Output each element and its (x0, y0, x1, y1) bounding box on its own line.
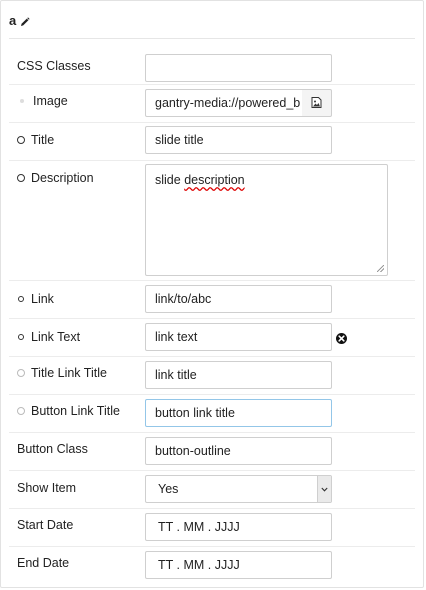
show-item-label: Show Item (17, 481, 76, 495)
status-circle-small-icon (18, 296, 24, 302)
description-text-misspelled: description (184, 173, 245, 187)
title-input[interactable]: slide title (145, 126, 332, 154)
title-link-title-label: Title Link Title (17, 366, 107, 380)
row-start-date: Start Date TT . MM . JJJJ (9, 509, 415, 547)
button-link-title-label: Button Link Title (17, 404, 120, 418)
row-link: Link link/to/abc (9, 281, 415, 319)
show-item-select[interactable]: Yes (145, 475, 332, 503)
link-input[interactable]: link/to/abc (145, 285, 332, 313)
image-label: Image (17, 94, 68, 108)
resize-handle-icon[interactable] (377, 265, 384, 272)
row-description: Description slide description (9, 161, 415, 281)
title-label-text: Title (31, 133, 55, 147)
link-text-label-text: Link Text (31, 330, 81, 344)
image-picker-icon (311, 96, 322, 111)
css-classes-label-text: CSS Classes (17, 59, 91, 73)
description-label-text: Description (31, 171, 94, 185)
row-title-link-title: Title Link Title link title (9, 357, 415, 395)
row-image: Image gantry-media://powered_b (9, 85, 415, 123)
status-circle-icon (17, 174, 25, 182)
end-date-label: End Date (17, 556, 69, 570)
title-link-title-input[interactable]: link title (145, 361, 332, 389)
show-item-label-text: Show Item (17, 481, 77, 495)
status-circle-inactive-icon (17, 369, 25, 377)
css-classes-label: CSS Classes (17, 59, 91, 73)
link-label-text: Link (31, 292, 54, 306)
description-text-prefix: slide (155, 173, 185, 187)
link-text-input[interactable]: link text (145, 323, 332, 351)
image-picker-button[interactable] (302, 89, 332, 117)
status-circle-inactive-icon (17, 407, 25, 415)
row-button-class: Button Class button-outline (9, 433, 415, 471)
panel-title: a (9, 12, 17, 28)
image-label-text: Image (33, 94, 68, 108)
status-dot-icon (20, 99, 24, 103)
button-class-input[interactable]: button-outline (145, 437, 332, 465)
description-textarea[interactable]: slide description (145, 164, 388, 276)
button-class-label-text: Button Class (17, 442, 88, 456)
link-label: Link (17, 292, 54, 306)
end-date-label-text: End Date (17, 556, 70, 570)
show-item-selected-value: Yes (158, 482, 179, 496)
chevron-down-icon[interactable] (317, 476, 331, 502)
title-link-title-label-text: Title Link Title (31, 366, 107, 380)
panel-header: a (9, 11, 30, 29)
status-circle-icon (17, 136, 25, 144)
particle-item-panel: a CSS Classes Image gantry-media://power… (0, 0, 424, 588)
start-date-label-text: Start Date (17, 518, 74, 532)
button-class-label: Button Class (17, 442, 88, 456)
button-link-title-input[interactable]: button link title (145, 399, 332, 427)
title-label: Title (17, 133, 54, 147)
link-text-label: Link Text (17, 330, 80, 344)
row-link-text: Link Text link text (9, 319, 415, 357)
css-classes-input[interactable] (145, 54, 332, 82)
status-circle-small-icon (18, 334, 24, 340)
row-button-link-title: Button Link Title button link title (9, 395, 415, 433)
image-input[interactable]: gantry-media://powered_b (145, 89, 303, 117)
row-css-classes: CSS Classes (9, 47, 415, 85)
start-date-label: Start Date (17, 518, 73, 532)
description-label: Description (17, 171, 94, 185)
close-circle-icon[interactable] (336, 333, 347, 344)
start-date-input[interactable]: TT . MM . JJJJ (145, 513, 332, 541)
pencil-icon[interactable] (20, 15, 30, 26)
row-end-date: End Date TT . MM . JJJJ (9, 547, 415, 585)
row-show-item: Show Item Yes (9, 471, 415, 509)
button-link-title-label-text: Button Link Title (31, 404, 120, 418)
end-date-input[interactable]: TT . MM . JJJJ (145, 551, 332, 579)
header-divider (9, 38, 415, 39)
row-title: Title slide title (9, 123, 415, 161)
